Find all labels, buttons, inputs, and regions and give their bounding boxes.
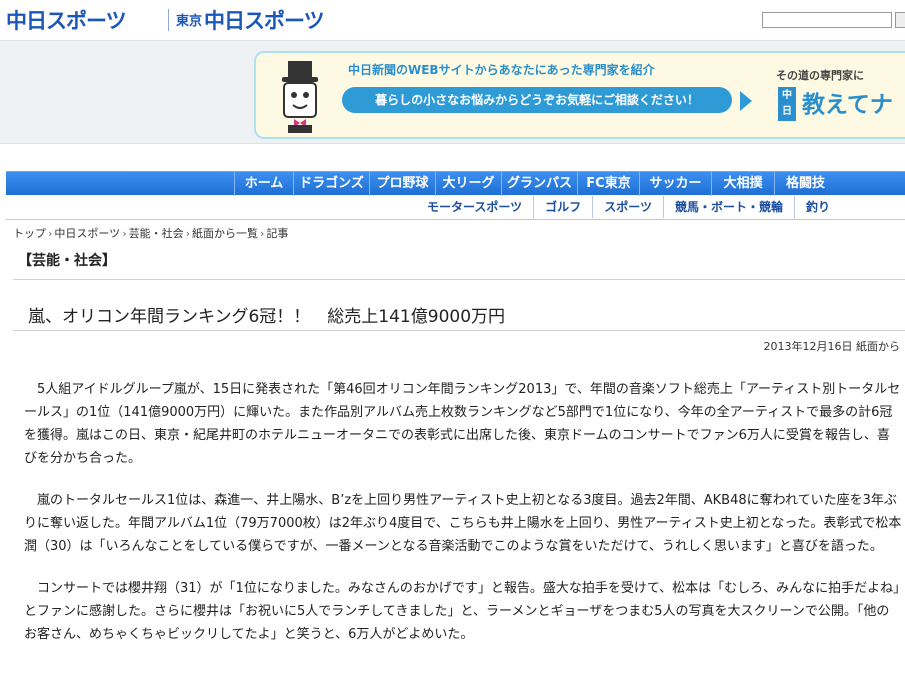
breadcrumb-paper-list[interactable]: 紙面から一覧 — [192, 227, 258, 240]
nav-dragons[interactable]: ドラゴンズ — [293, 172, 369, 196]
breadcrumb-top[interactable]: トップ — [13, 227, 46, 240]
article-paragraph: 5人組アイドルグループ嵐が、15日に発表された「第46回オリコン年間ランキング2… — [24, 382, 901, 466]
search-input[interactable] — [762, 12, 892, 28]
ad-band: 中日新聞のWEBサイトからあなたにあった専門家を紹介 暮らしの小さなお悩みからど… — [0, 40, 905, 144]
ad-tagline: 中日新聞のWEBサイトからあなたにあった専門家を紹介 — [348, 63, 655, 77]
category-heading: 【芸能・社会】 — [18, 253, 116, 269]
chunichi-sports-logo[interactable]: 中日スポーツ — [6, 5, 127, 35]
article-headline: 嵐、オリコン年間ランキング6冠！！ 総売上141億9000万円 — [28, 307, 506, 327]
main-nav: ホーム ドラゴンズ プロ野球 大リーグ グランパス FC東京 サッカー 大相撲 … — [6, 171, 905, 196]
divider — [13, 279, 905, 280]
breadcrumb-separator: › — [260, 227, 265, 240]
tokyo-chunichi-sports-logo[interactable]: 東京中日スポーツ — [176, 5, 325, 35]
article-source: 紙面から — [856, 340, 900, 353]
sub-nav: モータースポーツ ゴルフ スポーツ 競馬・ボート・競輪 釣り — [6, 196, 905, 220]
nav-home[interactable]: ホーム — [234, 172, 293, 196]
nav-soccer[interactable]: サッカー — [639, 172, 711, 196]
article-paragraph: 嵐のトータルセールス1位は、森進一、井上陽水、B’zを上回り男性アーティスト史上… — [24, 493, 902, 554]
ad-pill: 暮らしの小さなお悩みからどうぞお気軽にご相談ください！ — [342, 87, 732, 113]
ad-banner[interactable]: 中日新聞のWEBサイトからあなたにあった専門家を紹介 暮らしの小さなお悩みからど… — [254, 51, 905, 139]
nav-martial-arts[interactable]: 格闘技 — [774, 172, 836, 196]
breadcrumb-entertainment[interactable]: 芸能・社会 — [129, 227, 184, 240]
breadcrumb-separator: › — [48, 227, 53, 240]
nav-sumo[interactable]: 大相撲 — [711, 172, 774, 196]
ad-brand-name: 教えてナ — [802, 92, 893, 118]
ad-arrow-icon — [740, 91, 752, 111]
nav-fc-tokyo[interactable]: FC東京 — [577, 172, 639, 196]
nav-major-league[interactable]: 大リーグ — [435, 172, 501, 196]
breadcrumb-chunichi-sports[interactable]: 中日スポーツ — [54, 227, 120, 240]
subnav-sports[interactable]: スポーツ — [592, 196, 663, 218]
tokyo-logo-main: 中日スポーツ — [204, 9, 325, 33]
search-button[interactable] — [895, 12, 905, 28]
nav-pro-baseball[interactable]: プロ野球 — [369, 172, 435, 196]
article-paragraph: コンサートでは櫻井翔（31）が「1位になりました。みなさんのおかげです」と報告。… — [24, 581, 900, 642]
subnav-fishing[interactable]: 釣り — [793, 196, 841, 218]
subnav-motorsports[interactable]: モータースポーツ — [416, 196, 533, 218]
nav-grampus[interactable]: グランパス — [501, 172, 577, 196]
breadcrumb-article: 記事 — [266, 227, 289, 240]
breadcrumb-separator: › — [122, 227, 127, 240]
ad-chunichi-tag: 中日 — [778, 87, 796, 121]
subnav-keiba-boat-keirin[interactable]: 競馬・ボート・競輪 — [662, 196, 794, 218]
logo-divider — [168, 9, 169, 31]
breadcrumb-separator: › — [185, 227, 190, 240]
divider — [13, 330, 905, 331]
ad-subtitle: その道の専門家に — [776, 69, 864, 82]
mascot-icon — [282, 61, 318, 133]
breadcrumb: トップ › 中日スポーツ › 芸能・社会 › 紙面から一覧 › 記事 — [13, 225, 288, 241]
article-dateline: 2013年12月16日 紙面から — [764, 338, 901, 354]
site-header: 中日スポーツ 東京中日スポーツ — [0, 0, 905, 40]
article-date: 2013年12月16日 — [763, 340, 853, 353]
tokyo-logo-prefix: 東京 — [176, 14, 203, 29]
article-body: 5人組アイドルグループ嵐が、15日に発表された「第46回オリコン年間ランキング2… — [24, 378, 902, 665]
subnav-golf[interactable]: ゴルフ — [533, 196, 592, 218]
